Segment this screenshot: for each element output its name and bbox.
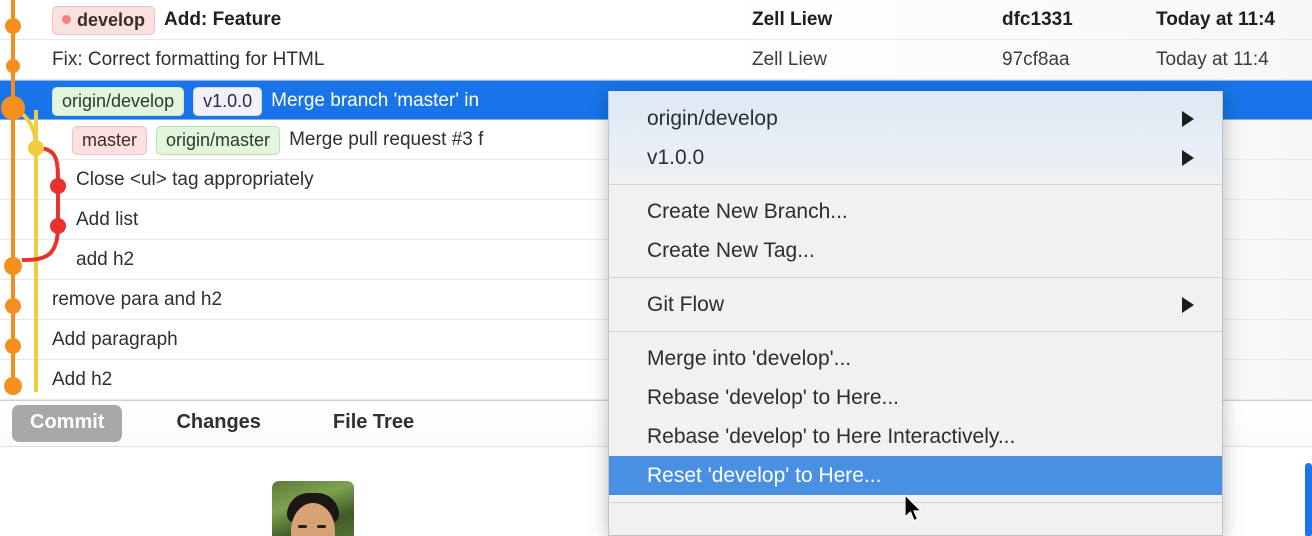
ref-badge-local[interactable]: develop [52, 5, 156, 35]
menu-item[interactable]: v1.0.0 [609, 138, 1222, 177]
tab-commit[interactable]: Commit [12, 405, 123, 442]
current-branch-dot-icon [62, 15, 71, 24]
menu-item-label: v1.0.0 [647, 145, 705, 169]
menu-item[interactable]: Reset 'develop' to Here... [609, 456, 1222, 495]
menu-item-label: Rebase 'develop' to Here... [647, 385, 899, 409]
menu-item[interactable]: Git Flow [609, 285, 1222, 324]
menu-item[interactable]: Rebase 'develop' to Here Interactively..… [609, 417, 1222, 456]
git-client-window: develop Add: Feature Zell Liew dfc1331 Today… [0, 0, 1312, 536]
menu-separator [609, 277, 1222, 278]
commit-message: remove para and h2 [52, 289, 223, 310]
menu-item-label: Git Flow [647, 292, 725, 316]
commit-author-cell: Zell Liew [752, 49, 827, 70]
commit-row[interactable]: develop Add: Feature Zell Liew dfc1331 Today… [0, 0, 1312, 40]
submenu-arrow-icon [1182, 149, 1194, 166]
ref-badge-remote[interactable]: origin/develop [52, 86, 185, 116]
ref-badge-label: origin/master [166, 129, 271, 150]
ref-badge-label: origin/develop [62, 90, 175, 111]
menu-item-label: Rebase 'develop' to Here Interactively..… [647, 424, 1016, 448]
submenu-arrow-icon [1182, 296, 1194, 313]
menu-item[interactable]: Create New Branch... [609, 192, 1222, 231]
commit-hash-cell: 97cf8aa [1002, 49, 1070, 70]
commit-message: Add h2 [52, 369, 113, 390]
scrollbar-thumb[interactable] [1305, 463, 1312, 536]
commit-message: Add: Feature [164, 9, 282, 30]
ref-badge-tag[interactable]: v1.0.0 [193, 86, 263, 116]
ref-badge-remote[interactable]: origin/master [156, 125, 281, 155]
commit-subject-cell: Fix: Correct formatting for HTML [52, 40, 324, 80]
commit-subject-cell: Add list [76, 200, 138, 240]
commit-message: Add list [76, 209, 139, 230]
ref-badge-label: v1.0.0 [203, 90, 253, 111]
menu-item[interactable]: Merge into 'develop'... [609, 339, 1222, 378]
commit-message: Merge pull request #3 f [289, 129, 484, 150]
tab-changes[interactable]: Changes [158, 405, 278, 442]
menu-item-label: origin/develop [647, 106, 778, 130]
menu-item[interactable]: Create New Tag... [609, 231, 1222, 270]
commit-message: Fix: Correct formatting for HTML [52, 49, 325, 70]
commit-context-menu[interactable]: origin/develop v1.0.0 Create New Branch...… [608, 91, 1223, 536]
commit-subject-cell: master origin/master Merge pull request #3… [72, 120, 483, 160]
commit-author-cell: Zell Liew [752, 9, 833, 30]
menu-separator [609, 502, 1222, 503]
menu-item-label: Merge into 'develop'... [647, 346, 852, 370]
menu-top-padding [609, 91, 1222, 99]
commit-row[interactable]: Fix: Correct formatting for HTML Zell Lie… [0, 40, 1312, 80]
commit-date-cell: Today at 11:4 [1156, 9, 1275, 30]
commit-subject-cell: remove para and h2 [52, 280, 222, 320]
commit-subject-cell: add h2 [76, 240, 134, 280]
menu-item-label: Reset 'develop' to Here... [647, 463, 882, 487]
commit-hash-cell: dfc1331 [1002, 9, 1073, 30]
submenu-arrow-icon [1182, 110, 1194, 127]
menu-separator [609, 331, 1222, 332]
menu-separator [609, 184, 1222, 185]
menu-item-label: Create New Tag... [647, 238, 815, 262]
menu-item[interactable]: Rebase 'develop' to Here... [609, 378, 1222, 417]
commit-message: Add paragraph [52, 329, 178, 350]
commit-subject-cell: Add h2 [52, 360, 112, 400]
commit-message: add h2 [76, 249, 135, 270]
menu-item[interactable]: origin/develop [609, 99, 1222, 138]
commit-subject-cell: Add paragraph [52, 320, 178, 360]
avatar [272, 481, 354, 536]
commit-subject-cell: origin/develop v1.0.0 Merge branch 'master… [52, 81, 479, 121]
commit-subject-cell: develop Add: Feature [52, 0, 281, 40]
commit-date-cell: Today at 11:4 [1156, 49, 1269, 70]
tab-file-tree[interactable]: File Tree [315, 405, 432, 442]
commit-message: Close <ul> tag appropriately [76, 169, 314, 190]
commit-subject-cell: Close <ul> tag appropriately [76, 160, 314, 200]
ref-badge-label: develop [77, 9, 146, 30]
commit-message: Merge branch 'master' in [271, 90, 480, 111]
menu-item-label: Create New Branch... [647, 199, 848, 223]
ref-badge-label: master [82, 129, 138, 150]
ref-badge-local[interactable]: master [72, 125, 148, 155]
